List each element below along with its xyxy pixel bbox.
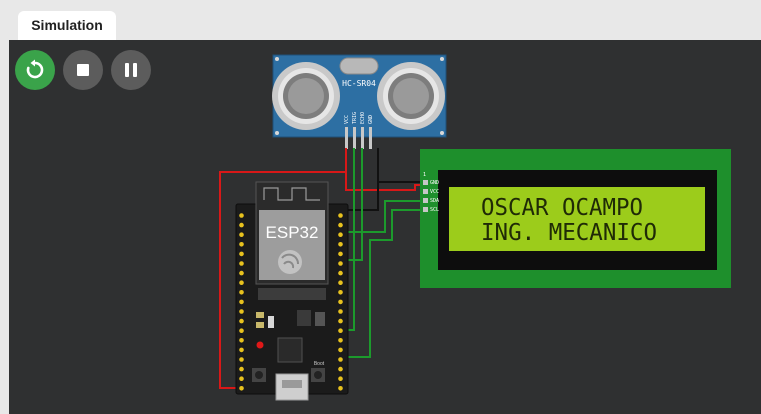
- ultrasonic-sensor[interactable]: HC-SR04 VCC TRIG ECHO GND: [272, 54, 447, 149]
- header-pin-pad: [239, 357, 244, 362]
- lcd-line-2: ING. MECANICO: [481, 220, 657, 246]
- lcd-line-1: OSCAR OCAMPO: [481, 195, 643, 221]
- header-pin-pad: [338, 280, 343, 286]
- sensor-pin-vcc-label: VCC: [344, 115, 350, 124]
- lcd-pin-vcc-label: VCC: [430, 189, 439, 195]
- header-pin-pad: [239, 386, 244, 391]
- header-pin-pad: [239, 328, 244, 334]
- wire-vcc-red: [345, 148, 422, 191]
- sensor-label: HC-SR04: [342, 79, 376, 88]
- header-pin-pad: [338, 328, 343, 334]
- lcd-display[interactable]: 1 GND VCC SDA SCL OSCAR OCAMPO ING. MECA…: [420, 149, 731, 288]
- lcd-pin-index: 1: [423, 172, 426, 178]
- header-pin-pad: [239, 280, 244, 286]
- wire-sda-green: [338, 200, 422, 233]
- header-pin-pad: [338, 318, 343, 324]
- header-pin-pad: [239, 290, 244, 295]
- header-pin-pad: [338, 338, 343, 343]
- header-pin-pad: [338, 366, 343, 372]
- power-led-icon: [256, 341, 264, 349]
- header-pin-pad: [338, 261, 343, 266]
- header-pin-pad: [338, 290, 343, 295]
- lcd-pin-gnd-label: GND: [430, 180, 439, 186]
- header-pin-pad: [338, 347, 343, 353]
- header-pin-pad: [239, 309, 244, 314]
- header-pin-pad: [338, 386, 343, 391]
- header-pin-pad: [239, 366, 244, 372]
- header-pin-pad: [338, 251, 343, 257]
- header-pin-pad: [239, 270, 244, 276]
- header-pin-pad: [239, 213, 244, 218]
- boot-label: Boot: [314, 361, 325, 367]
- esp32-board[interactable]: ESP32 Boot: [235, 181, 349, 401]
- header-pin-pad: [239, 376, 244, 382]
- header-pin-pad: [338, 270, 343, 276]
- circuit-diagram: HC-SR04 VCC TRIG ECHO GND ESP32 Boot 1 G…: [219, 54, 731, 401]
- sensor-pin-echo-label: ECHO: [360, 112, 366, 124]
- header-pin-pad: [338, 376, 343, 382]
- sensor-pin-trig-label: TRIG: [352, 112, 358, 124]
- wire-gnd-black: [338, 148, 379, 211]
- header-pin-pad: [239, 338, 244, 343]
- header-pin-pad: [239, 318, 244, 324]
- header-pin-pad: [239, 347, 244, 353]
- header-pin-pad: [338, 309, 343, 314]
- header-pin-pad: [338, 222, 343, 228]
- header-pin-pad: [239, 242, 244, 247]
- header-pin-pad: [239, 232, 244, 237]
- transducer-left: [272, 62, 340, 130]
- header-pin-pad: [239, 261, 244, 266]
- header-pin-pad: [338, 299, 343, 305]
- espressif-logo-icon: [278, 250, 302, 274]
- header-pin-pad: [338, 213, 343, 218]
- sensor-pin-gnd-label: GND: [368, 115, 374, 124]
- header-pin-pad: [239, 299, 244, 305]
- lcd-pin-scl-label: SCL: [430, 207, 439, 213]
- header-pin-pad: [338, 357, 343, 362]
- transducer-right: [377, 62, 445, 130]
- header-pin-pad: [338, 232, 343, 237]
- header-pin-pad: [338, 242, 343, 247]
- header-pin-pad: [239, 222, 244, 228]
- lcd-pin-sda-label: SDA: [430, 198, 439, 204]
- esp32-label: ESP32: [266, 223, 319, 242]
- header-pin-pad: [239, 251, 244, 257]
